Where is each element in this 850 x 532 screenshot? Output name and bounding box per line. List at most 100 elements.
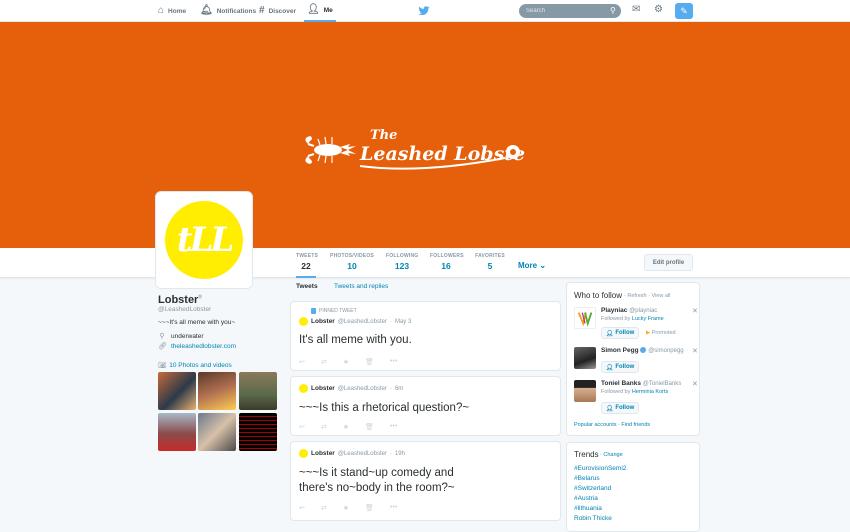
profile-location: ⚲ underwater [158,332,203,341]
trend-item[interactable]: #Belarus [574,475,600,482]
suggestion-name[interactable]: Simon Pegg ✓ @simonpegg [601,347,684,354]
delete-icon[interactable]: 🗑︎ [365,504,374,512]
person-icon: 👤︎ [307,4,320,15]
tweet-time[interactable]: 19h [395,451,405,457]
trends-change-link[interactable]: · Change [600,452,623,458]
tweet-avatar[interactable] [299,449,308,458]
trend-item[interactable]: #lithuania [574,505,602,512]
follow-button[interactable]: 👤︎ Follow [601,402,639,414]
more-options-icon[interactable]: ••• [390,423,397,431]
photo-thumbnail[interactable] [198,372,236,410]
favorite-icon[interactable]: ★ [343,423,349,431]
delete-icon[interactable]: 🗑︎ [365,358,374,366]
trend-item[interactable]: #Austria [574,495,598,502]
tweet-card[interactable]: PINNED TWEET Lobster @LeashedLobster · M… [290,301,561,371]
suggestion-name[interactable]: Playniac @playniac [601,307,657,314]
trend-item[interactable]: #EurovisionSemi2 [574,465,626,472]
stat-favorites-value: 5 [487,261,493,271]
tweet-card[interactable]: Lobster @LeashedLobster · 6m ~~~Is this … [290,376,561,436]
profile-name[interactable]: Lobster® [158,294,202,306]
twitter-bird-icon[interactable] [418,5,430,17]
edit-profile-button[interactable]: Edit profile [644,254,693,271]
nav-home[interactable]: ⌂ Home [158,0,186,22]
tweet-text-line: there's no~body in the room?~ [299,482,455,494]
nav-discover[interactable]: # Discover [259,0,296,22]
tweet-author-name[interactable]: Lobster [311,318,335,325]
tweet-card[interactable]: Lobster @LeashedLobster · 19h ~~~Is it s… [290,441,561,521]
follow-button[interactable]: 👤︎ Follow [601,361,639,373]
photo-thumbnail[interactable] [239,413,277,451]
bell-icon: 🔔︎ [200,5,213,16]
who-to-follow-links[interactable]: · Refresh · View all [624,293,670,299]
suggestion-handle: @playniac [629,308,658,314]
search-icon[interactable]: ⚲ [610,6,616,15]
tweet-avatar[interactable] [299,384,308,393]
photo-thumbnail[interactable] [198,413,236,451]
follow-button[interactable]: 👤︎ Follow [601,327,639,339]
compose-tweet-button[interactable]: ✎ [675,3,693,19]
profile-url-link[interactable]: theleashedlobster.com [171,343,236,350]
suggestion-avatar[interactable] [574,307,596,329]
tweet-author-handle[interactable]: @LeashedLobster [338,386,387,392]
delete-icon[interactable]: 🗑︎ [365,423,374,431]
tweet-dot: · [389,450,392,457]
tab-tweets[interactable]: Tweets [296,283,318,290]
followed-by-link[interactable]: Lucky Frame [632,316,664,322]
favorite-icon[interactable]: ★ [343,504,349,512]
more-options-icon[interactable]: ••• [390,358,397,366]
reply-icon[interactable]: ↩ [299,423,305,431]
tweet-time[interactable]: 6m [395,386,403,392]
stat-tweets[interactable]: TWEETS 22 [296,253,319,278]
avatar[interactable]: tLL [155,191,253,289]
stat-tweets-label: TWEETS [296,253,319,259]
reply-icon[interactable]: ↩ [299,358,305,366]
retweet-icon[interactable]: ⇄ [321,504,327,512]
profile-url[interactable]: 🔗︎ theleashedlobster.com [158,342,236,351]
tweet-text-line: ~~~Is it stand~up comedy and [299,467,454,479]
tab-tweets-and-replies[interactable]: Tweets and replies [334,283,388,290]
who-to-follow-footer[interactable]: Popular accounts · Find friends [574,422,650,428]
suggestion-handle: @TonielBanks [642,381,682,387]
stat-favorites[interactable]: FAVORITES 5 [475,253,505,271]
tweet-author-handle[interactable]: @LeashedLobster [338,319,387,325]
stat-photos-value: 10 [347,261,357,271]
more-options-icon[interactable]: ••• [390,504,397,512]
dismiss-icon[interactable]: ✕ [692,307,698,315]
stat-followers[interactable]: FOLLOWERS 16 [430,253,464,271]
reply-icon[interactable]: ↩ [299,504,305,512]
photo-thumbnail[interactable] [158,413,196,451]
nav-notifications[interactable]: 🔔︎ Notifications [200,0,256,22]
suggestion-name[interactable]: Toniel Banks @TonielBanks [601,380,681,387]
messages-icon[interactable]: ✉ [632,5,640,15]
tweet-avatar[interactable] [299,317,308,326]
tweet-text: ~~~Is it stand~up comedy and there's no~… [299,466,455,496]
tweet-header: Lobster @LeashedLobster · May 3 [299,317,411,326]
stat-following[interactable]: FOLLOWING 123 [386,253,418,271]
tweet-dot: · [389,385,392,392]
suggestion-avatar[interactable] [574,347,596,369]
tweet-author-handle[interactable]: @LeashedLobster [338,451,387,457]
tweet-author-name[interactable]: Lobster [311,385,335,392]
favorite-icon[interactable]: ★ [343,358,349,366]
photo-thumbnail[interactable] [239,372,277,410]
tweet-time[interactable]: May 3 [395,319,411,325]
nav-me[interactable]: 👤︎ Me [304,0,336,22]
retweet-icon[interactable]: ⇄ [321,423,327,431]
stat-photos[interactable]: PHOTOS/VIDEOS 10 [330,253,374,271]
gear-icon[interactable]: ⚙ [654,5,663,15]
dismiss-icon[interactable]: ✕ [692,380,698,388]
more-dropdown[interactable]: More ⌄ [518,261,546,270]
retweet-icon[interactable]: ⇄ [321,358,327,366]
search-input[interactable] [519,4,621,18]
pinned-tweet-label: PINNED TWEET [311,308,357,314]
profile-name-text: Lobster [158,294,199,306]
suggestion-avatar[interactable] [574,380,596,402]
photos-videos-link[interactable]: 📷︎ 10 Photos and videos [158,361,232,370]
profile-handle: @LeashedLobster [158,306,212,313]
trend-item[interactable]: #Switzerland [574,485,611,492]
followed-by-link[interactable]: Herminia Korts [632,389,668,395]
tweet-author-name[interactable]: Lobster [311,450,335,457]
photo-thumbnail[interactable] [158,372,196,410]
nav-notifications-label: Notifications [216,7,257,15]
dismiss-icon[interactable]: ✕ [692,347,698,355]
